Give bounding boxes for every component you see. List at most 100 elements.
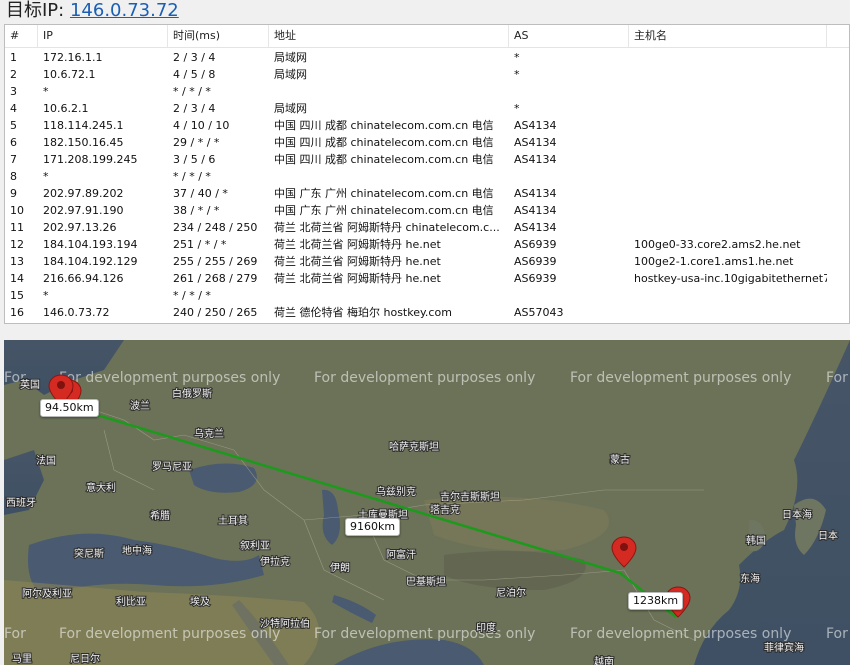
label-kyrgyzstan: 吉尔吉斯斯坦	[440, 490, 500, 503]
cell-time: 251 / * / *	[173, 238, 227, 251]
cell-hostname: 100ge0-33.core2.ams2.he.net	[634, 238, 801, 251]
cell-address: 局域网	[274, 51, 307, 64]
label-afghanistan: 阿富汗	[386, 548, 416, 561]
table-row[interactable]: 3 * * / * / *	[5, 83, 849, 100]
label-iran: 伊朗	[330, 562, 350, 574]
cell-address	[269, 168, 509, 185]
cell-hop: 2	[10, 68, 17, 81]
label-kazakhstan: 哈萨克斯坦	[389, 440, 439, 453]
table-row[interactable]: 14 216.66.94.126 261 / 268 / 279 荷兰 北荷兰省 阿姆…	[5, 270, 849, 287]
cell-ip: 172.16.1.1	[43, 51, 103, 64]
cell-time: 37 / 40 / *	[173, 187, 228, 200]
cell-hostname	[629, 304, 827, 321]
watermark-6: For development purposes only	[570, 626, 791, 642]
cell-as: *	[514, 68, 520, 81]
label-vietnam: 越南	[594, 655, 614, 665]
table-row[interactable]: 1 172.16.1.1 2 / 3 / 4 局域网 *	[5, 49, 849, 66]
table-row[interactable]: 5 118.114.245.1 4 / 10 / 10 中国 四川 成都 chinat…	[5, 117, 849, 134]
label-mali: 马里	[12, 653, 32, 665]
table-row[interactable]: 10 202.97.91.190 38 / * / * 中国 广东 广州 chinat…	[5, 202, 849, 219]
col-header-ip[interactable]: IP	[38, 25, 168, 47]
label-east-china-sea: 东海	[740, 572, 760, 585]
cell-hostname: hostkey-usa-inc.10gigabitethernet7....	[634, 272, 827, 285]
table-row[interactable]: 6 182.150.16.45 29 / * / * 中国 四川 成都 chinate…	[5, 134, 849, 151]
cell-time: 2 / 3 / 4	[173, 51, 216, 64]
cell-time: 234 / 248 / 250	[173, 221, 258, 234]
label-romania: 罗马尼亚	[152, 461, 192, 473]
cell-time: 255 / 255 / 269	[173, 255, 258, 268]
cell-ip: 118.114.245.1	[43, 119, 124, 132]
cell-address: 中国 四川 成都 chinatelecom.com.cn 电信	[274, 119, 494, 132]
cell-address: 局域网	[274, 68, 307, 81]
cell-as: AS57043	[514, 306, 564, 319]
col-header-hop[interactable]: #	[5, 25, 38, 47]
table-row[interactable]: 15 * * / * / *	[5, 287, 849, 304]
cell-ip: 146.0.73.72	[43, 306, 110, 319]
cell-hop: 4	[10, 102, 17, 115]
cell-time: 261 / 268 / 279	[173, 272, 258, 285]
table-row[interactable]: 2 10.6.72.1 4 / 5 / 8 局域网 *	[5, 66, 849, 83]
label-mongolia: 蒙古	[610, 453, 630, 466]
cell-ip: *	[43, 289, 49, 302]
cell-hostname	[629, 151, 827, 168]
cell-as	[509, 83, 629, 100]
cell-time: 29 / * / *	[173, 136, 220, 149]
cell-hop: 13	[10, 255, 24, 268]
cell-hop: 8	[10, 170, 17, 183]
label-niger: 尼日尔	[70, 652, 100, 665]
cell-address: 荷兰 北荷兰省 阿姆斯特丹 chinatelecom.c...	[274, 221, 500, 234]
cell-hop: 9	[10, 187, 17, 200]
watermark-5: For development purposes only	[314, 626, 535, 642]
col-header-as[interactable]: AS	[509, 25, 629, 47]
cell-hostname	[629, 83, 827, 100]
table-row[interactable]: 8 * * / * / *	[5, 168, 849, 185]
map-canvas: For For development purposes only For de…	[4, 340, 850, 665]
cell-ip: 202.97.89.202	[43, 187, 124, 200]
cell-ip: 216.66.94.126	[43, 272, 124, 285]
cell-address: 中国 广东 广州 chinatelecom.com.cn 电信	[274, 187, 494, 200]
cell-ip: 184.104.192.129	[43, 255, 138, 268]
watermark-1: For development purposes only	[59, 370, 280, 386]
table-row[interactable]: 12 184.104.193.194 251 / * / * 荷兰 北荷兰省 阿姆斯特…	[5, 236, 849, 253]
cell-hostname	[629, 117, 827, 134]
cell-hostname	[629, 100, 827, 117]
cell-as: AS4134	[514, 119, 557, 132]
table-row[interactable]: 13 184.104.192.129 255 / 255 / 269 荷兰 北荷兰省 …	[5, 253, 849, 270]
cell-hostname	[629, 168, 827, 185]
cell-ip: 202.97.91.190	[43, 204, 124, 217]
label-turkey: 土耳其	[218, 514, 248, 527]
label-philippine-sea: 菲律宾海	[764, 641, 804, 654]
target-ip-title: 目标IP: 146.0.73.72	[6, 0, 179, 22]
route-map[interactable]: For For development purposes only For de…	[4, 340, 850, 665]
traceroute-table: # IP 时间(ms) 地址 AS 主机名 1 172.16.1.1 2 / 3 /…	[4, 24, 850, 324]
target-ip-link[interactable]: 146.0.73.72	[70, 0, 179, 21]
cell-ip: *	[43, 85, 49, 98]
label-sea-of-japan: 日本海	[782, 508, 812, 521]
label-tunisia: 突尼斯	[74, 547, 104, 560]
cell-address: 中国 四川 成都 chinatelecom.com.cn 电信	[274, 153, 494, 166]
label-iraq: 伊拉克	[260, 555, 290, 568]
cell-address: 荷兰 德伦特省 梅珀尔 hostkey.com	[274, 306, 452, 319]
label-egypt: 埃及	[190, 595, 210, 608]
label-pakistan: 巴基斯坦	[406, 575, 446, 588]
table-row[interactable]: 11 202.97.13.26 234 / 248 / 250 荷兰 北荷兰省 阿姆斯…	[5, 219, 849, 236]
cell-ip: 10.6.72.1	[43, 68, 96, 81]
col-header-address[interactable]: 地址	[269, 25, 509, 47]
label-saudi-arabia: 沙特阿拉伯	[260, 617, 310, 630]
label-tajikistan: 塔吉克	[430, 503, 460, 516]
cell-hostname: 100ge2-1.core1.ams1.he.net	[634, 255, 794, 268]
label-algeria: 阿尔及利亚	[22, 587, 72, 600]
label-mediterranean: 地中海	[122, 544, 152, 557]
col-header-time[interactable]: 时间(ms)	[168, 25, 269, 47]
table-row[interactable]: 7 171.208.199.245 3 / 5 / 6 中国 四川 成都 chinat…	[5, 151, 849, 168]
col-header-hostname[interactable]: 主机名	[629, 25, 827, 47]
table-row[interactable]: 4 10.6.2.1 2 / 3 / 4 局域网 *	[5, 100, 849, 117]
label-japan: 日本	[818, 529, 838, 542]
cell-as: AS6939	[514, 272, 557, 285]
table-row[interactable]: 9 202.97.89.202 37 / 40 / * 中国 广东 广州 chinat…	[5, 185, 849, 202]
cell-time: 38 / * / *	[173, 204, 220, 217]
label-uk: 英国	[20, 378, 40, 391]
cell-hop: 12	[10, 238, 24, 251]
cell-as: AS4134	[514, 187, 557, 200]
table-row[interactable]: 16 146.0.73.72 240 / 250 / 265 荷兰 德伦特省 梅珀尔 …	[5, 304, 849, 321]
